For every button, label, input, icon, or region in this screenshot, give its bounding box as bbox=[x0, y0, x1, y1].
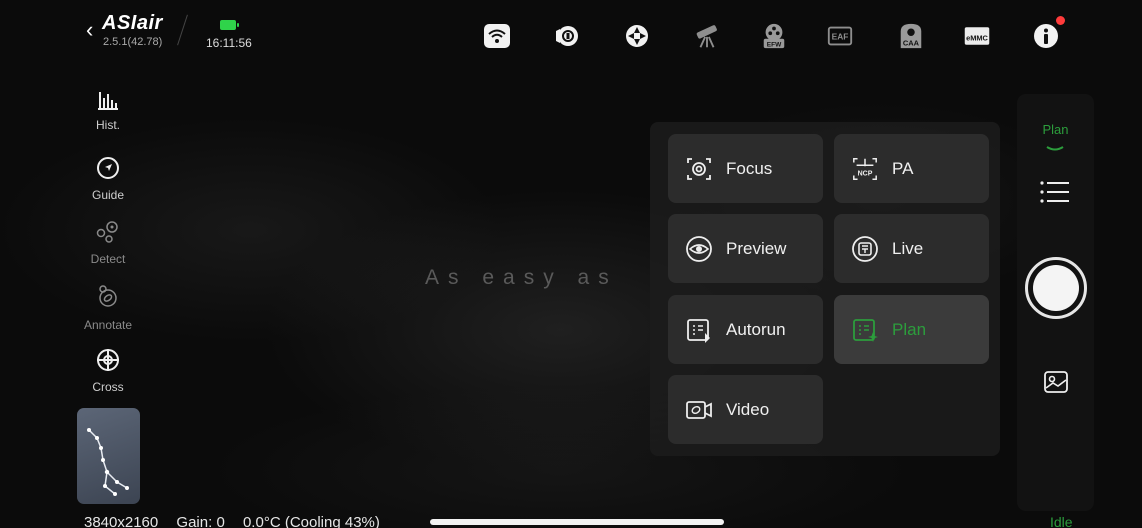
mode-menu-panel: Focus NCP PA Preview Live Autorun Plan V… bbox=[650, 122, 1000, 456]
svg-text:EFW: EFW bbox=[767, 42, 782, 49]
video-label: Video bbox=[726, 399, 770, 419]
autorun-label: Autorun bbox=[726, 319, 786, 339]
plan-label: Plan bbox=[892, 319, 927, 339]
shutter-button[interactable] bbox=[1025, 257, 1087, 319]
info-icon[interactable] bbox=[1032, 16, 1065, 50]
status-bar: 3840x2160 Gain: 0 0.0°C (Cooling 43%) bbox=[84, 514, 394, 528]
top-bar: ‹ ASIair 2.5.1(42.78) 16:11:56 EFW EAF C… bbox=[0, 0, 1142, 62]
list-icon[interactable] bbox=[1039, 180, 1071, 204]
svg-text:EAF: EAF bbox=[832, 32, 849, 42]
tool-annotate[interactable]: Annotate bbox=[76, 284, 140, 342]
wifi-icon[interactable] bbox=[483, 22, 511, 50]
focus-icon bbox=[685, 155, 713, 183]
detect-icon bbox=[76, 220, 140, 249]
pa-label: PA bbox=[892, 158, 914, 178]
mount-icon[interactable] bbox=[623, 22, 651, 50]
autorun-icon bbox=[685, 316, 713, 344]
gain-text: Gain: 0 bbox=[176, 514, 225, 528]
live-icon bbox=[851, 235, 879, 263]
temperature-text: 0.0°C (Cooling 43%) bbox=[242, 514, 380, 528]
clock: 16:11:56 bbox=[206, 36, 252, 50]
tool-histogram[interactable]: Hist. bbox=[76, 90, 140, 148]
annotate-icon bbox=[76, 284, 140, 315]
svg-text:eMMC: eMMC bbox=[966, 33, 988, 42]
app-version: 2.5.1(42.78) bbox=[103, 36, 163, 48]
right-rail: Plan bbox=[1017, 94, 1094, 511]
gallery-icon[interactable] bbox=[1043, 370, 1069, 394]
histogram-icon bbox=[76, 90, 140, 115]
plan-tab[interactable]: Plan bbox=[1017, 122, 1094, 137]
camera-icon[interactable] bbox=[553, 22, 581, 50]
pa-button[interactable]: NCP PA bbox=[834, 134, 989, 203]
plan-button[interactable]: Plan bbox=[834, 295, 989, 364]
plan-icon bbox=[851, 316, 879, 344]
emmc-icon[interactable]: eMMC bbox=[963, 22, 991, 50]
resolution-text: 3840x2160 bbox=[84, 514, 159, 528]
caa-icon[interactable]: CAA bbox=[897, 22, 925, 50]
preview-button[interactable]: Preview bbox=[668, 214, 823, 283]
back-chevron-icon[interactable]: ‹ bbox=[86, 19, 93, 41]
eye-icon bbox=[685, 235, 713, 263]
telescope-icon[interactable] bbox=[693, 22, 721, 50]
preview-thumbnail[interactable] bbox=[77, 408, 140, 504]
svg-text:NCP: NCP bbox=[858, 170, 873, 177]
app-logo: ASIair bbox=[102, 12, 163, 34]
video-icon bbox=[685, 396, 713, 424]
tool-crosshair[interactable]: Cross bbox=[76, 348, 140, 392]
efw-icon[interactable]: EFW bbox=[760, 22, 788, 50]
notification-badge bbox=[1056, 16, 1065, 25]
video-button[interactable]: Video bbox=[668, 375, 823, 444]
tagline-text: As easy as bbox=[425, 266, 618, 289]
live-label: Live bbox=[892, 238, 924, 258]
crosshair-icon bbox=[76, 348, 140, 377]
left-toolbar: Hist. Guide Detect Annotate Cross bbox=[76, 84, 140, 392]
ncp-icon: NCP bbox=[851, 155, 879, 183]
svg-text:CAA: CAA bbox=[903, 38, 920, 47]
guide-icon bbox=[76, 156, 140, 185]
autorun-button[interactable]: Autorun bbox=[668, 295, 823, 364]
live-button[interactable]: Live bbox=[834, 214, 989, 283]
shutter-inner bbox=[1033, 265, 1079, 311]
eaf-icon[interactable]: EAF bbox=[826, 22, 854, 50]
tool-guide[interactable]: Guide bbox=[76, 156, 140, 214]
divider bbox=[177, 14, 188, 46]
idle-status: Idle bbox=[1050, 514, 1073, 528]
battery-icon bbox=[220, 20, 239, 30]
home-indicator[interactable] bbox=[430, 519, 724, 525]
tool-detect[interactable]: Detect bbox=[76, 220, 140, 278]
preview-label: Preview bbox=[726, 238, 787, 258]
chevron-down-icon bbox=[1046, 146, 1064, 151]
focus-button[interactable]: Focus bbox=[668, 134, 823, 203]
focus-label: Focus bbox=[726, 158, 773, 178]
